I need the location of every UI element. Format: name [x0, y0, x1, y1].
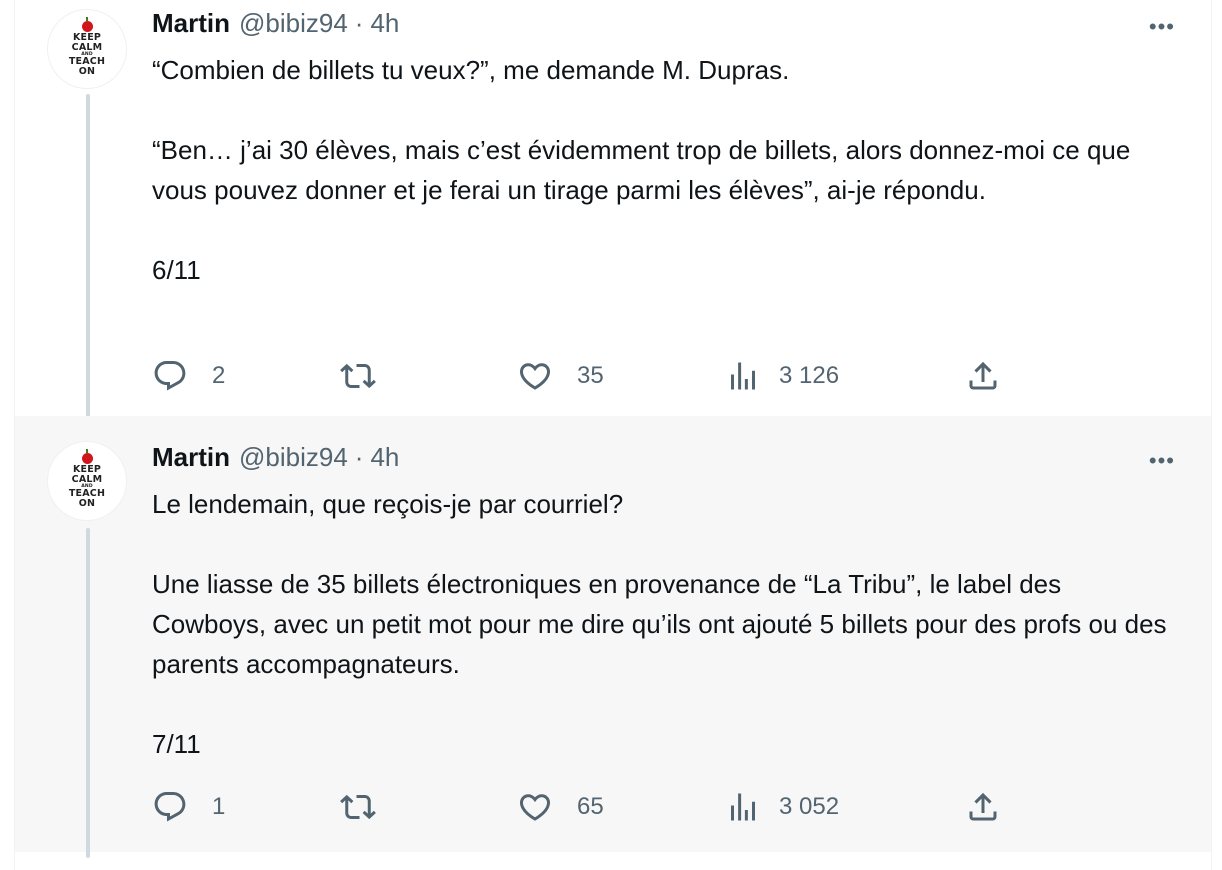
reply-count: 1: [212, 793, 226, 820]
timeline-border-right: [1211, 0, 1212, 870]
reply-button[interactable]: 2: [152, 358, 225, 394]
like-button[interactable]: 65: [517, 789, 604, 825]
more-icon[interactable]: •••: [1149, 16, 1175, 38]
views-count: 3 052: [779, 793, 840, 820]
tweet-paragraph: “Combien de billets tu veux?”, me demand…: [152, 55, 790, 85]
tweet-paragraph: 6/11: [152, 255, 201, 285]
tweet-paragraph: 7/11: [152, 729, 201, 759]
tweet-paragraph: Le lendemain, que reçois-je par courriel…: [152, 489, 624, 519]
tweet-header: Martin @bibiz94 · 4h: [152, 8, 399, 40]
avatar-text: ON: [78, 66, 96, 78]
tweet-actions: 1 65 3 052: [152, 789, 1052, 825]
author-handle[interactable]: @bibiz94: [239, 8, 348, 39]
reply-icon: [154, 792, 186, 822]
thread-connector: [86, 528, 90, 858]
tweet-actions: 2 35 3 126: [152, 358, 1052, 394]
tweet-text: Le lendemain, que reçois-je par courriel…: [152, 484, 1182, 764]
retweet-icon: [340, 794, 376, 820]
like-icon: [519, 794, 551, 821]
retweet-button[interactable]: [340, 358, 376, 394]
views-button[interactable]: 3 052: [725, 789, 839, 825]
views-icon: [731, 362, 755, 390]
tweet[interactable]: KEEP CALM AND TEACH ON Martin @bibiz94 ·…: [15, 416, 1211, 858]
reply-count: 2: [212, 362, 226, 389]
share-icon: [969, 361, 997, 390]
apple-icon: [81, 448, 93, 464]
separator: ·: [354, 442, 364, 472]
like-count: 65: [577, 793, 604, 820]
apple-icon: [81, 16, 93, 32]
tweet[interactable]: KEEP CALM AND TEACH ON Martin @bibiz94 ·…: [15, 0, 1211, 424]
timestamp[interactable]: 4h: [370, 8, 399, 39]
avatar[interactable]: KEEP CALM AND TEACH ON: [48, 442, 126, 520]
tweet-text: “Combien de billets tu veux?”, me demand…: [152, 50, 1182, 290]
share-button[interactable]: [965, 358, 1001, 394]
share-button[interactable]: [965, 789, 1001, 825]
reply-icon: [154, 361, 186, 391]
retweet-button[interactable]: [340, 789, 376, 825]
views-count: 3 126: [779, 362, 840, 389]
timestamp[interactable]: 4h: [370, 442, 399, 473]
like-button[interactable]: 35: [517, 358, 604, 394]
author-name[interactable]: Martin: [152, 8, 230, 39]
like-icon: [519, 363, 551, 390]
timeline: KEEP CALM AND TEACH ON Martin @bibiz94 ·…: [0, 0, 1222, 870]
views-icon: [731, 793, 755, 821]
like-count: 35: [577, 362, 604, 389]
reply-button[interactable]: 1: [152, 789, 225, 825]
tweet-paragraph: Une liasse de 35 billets électroniques e…: [152, 569, 1167, 679]
more-icon[interactable]: •••: [1149, 450, 1175, 472]
thread-connector: [86, 94, 90, 424]
views-button[interactable]: 3 126: [725, 358, 839, 394]
tweet-header: Martin @bibiz94 · 4h: [152, 442, 399, 474]
author-handle[interactable]: @bibiz94: [239, 442, 348, 473]
separator: ·: [354, 8, 364, 38]
avatar[interactable]: KEEP CALM AND TEACH ON: [48, 10, 126, 88]
author-name[interactable]: Martin: [152, 442, 230, 473]
tweet-paragraph: “Ben… j’ai 30 élèves, mais c’est évidemm…: [152, 135, 1131, 205]
retweet-icon: [340, 363, 376, 389]
avatar-text: ON: [78, 498, 96, 510]
share-icon: [969, 792, 997, 821]
